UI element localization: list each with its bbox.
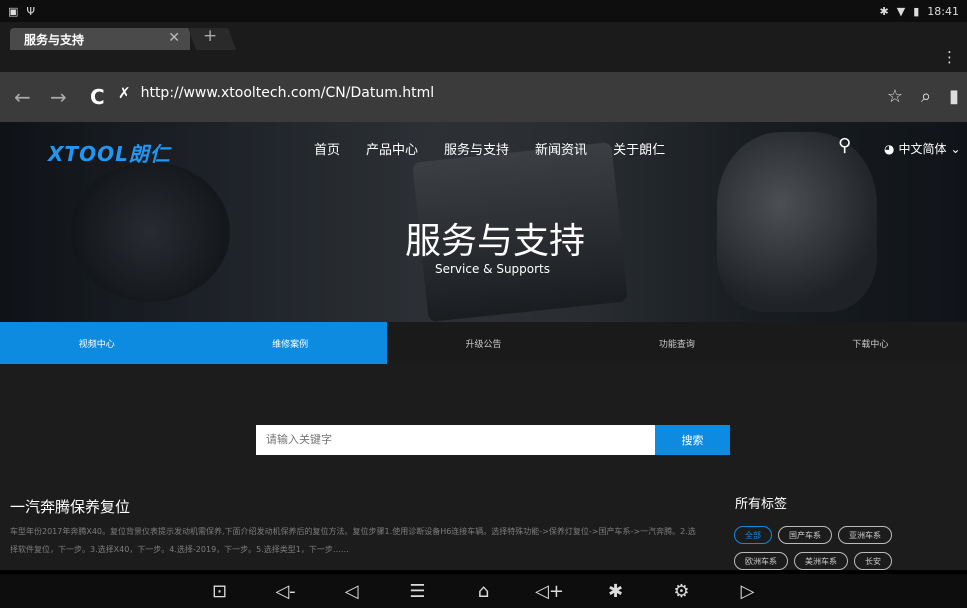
wifi-icon: ▼ — [896, 4, 906, 18]
battery-icon: ▮ — [913, 4, 920, 18]
tag-list: 全部 国产车系 亚洲车系 欧洲车系 美洲车系 长安 — [734, 526, 949, 570]
screenshot-icon[interactable]: ⊡ — [205, 581, 235, 602]
tag-european[interactable]: 欧洲车系 — [734, 552, 788, 570]
keyword-input[interactable] — [256, 425, 655, 455]
bluetooth-icon: ✱ — [879, 4, 889, 18]
tab-repair-cases[interactable]: 维修案例 — [193, 322, 387, 364]
url-text: http://www.xtooltech.com/CN/Datum.html — [140, 85, 435, 101]
category-tabs: 视频中心 维修案例 升级公告 功能查询 下载中心 — [0, 322, 967, 364]
tab-title: 服务与支持 — [24, 32, 85, 47]
tab-download-center[interactable]: 下载中心 — [774, 322, 967, 364]
url-field[interactable]: ✗ http://www.xtooltech.com/CN/Datum.html — [118, 84, 434, 102]
chevron-down-icon: ⌄ — [950, 141, 961, 156]
volume-down-icon[interactable]: ◁- — [271, 581, 301, 602]
menu-icon[interactable]: ☰ — [403, 581, 433, 602]
site-search-icon[interactable]: ⚲ — [838, 135, 851, 156]
nav-item-home[interactable]: 首页 — [314, 139, 340, 158]
close-tab-icon[interactable]: ✕ — [168, 30, 180, 46]
usb-icon: Ψ — [26, 4, 36, 18]
screen-record-icon[interactable]: ▷ — [733, 581, 763, 602]
bookmarks-icon[interactable]: ▮ — [949, 86, 959, 107]
tab-video-center[interactable]: 视频中心 — [0, 322, 194, 364]
search-button[interactable]: 搜索 — [655, 425, 730, 455]
tags-heading: 所有标签 — [735, 497, 788, 512]
site-nav: 首页 产品中心 服务与支持 新闻资讯 关于朗仁 — [314, 139, 665, 158]
hero-subtitle: Service & Supports — [434, 262, 551, 276]
volume-up-icon[interactable]: ◁+ — [535, 581, 565, 602]
forward-arrow-icon[interactable]: → — [50, 85, 67, 109]
status-time: 18:41 — [927, 4, 959, 18]
system-nav-bar: ⊡ ◁- ◁ ☰ ⌂ ◁+ ✱ ⚙ ▷ — [0, 574, 967, 608]
browser-tab[interactable]: 服务与支持 ✕ — [10, 28, 190, 50]
back-arrow-icon[interactable]: ← — [14, 85, 31, 109]
bluetooth-icon[interactable]: ✱ — [601, 581, 631, 602]
language-select[interactable]: ◕ 中文简体 ⌄ — [884, 140, 961, 157]
globe-icon: ◕ — [884, 141, 895, 156]
diagnostic-icon[interactable]: ⚙ — [667, 581, 697, 602]
nav-item-news[interactable]: 新闻资讯 — [535, 139, 587, 158]
tag-asian[interactable]: 亚洲车系 — [838, 526, 892, 544]
tag-american[interactable]: 美洲车系 — [794, 552, 848, 570]
nav-item-products[interactable]: 产品中心 — [366, 139, 418, 158]
article-title[interactable]: 一汽奔腾保养复位 — [10, 496, 130, 517]
home-icon[interactable]: ⌂ — [469, 581, 499, 602]
nav-item-about[interactable]: 关于朗仁 — [613, 139, 665, 158]
new-tab-plus-icon[interactable]: + — [203, 26, 217, 46]
tab-function-query[interactable]: 功能查询 — [580, 322, 773, 364]
reload-icon[interactable]: C — [90, 85, 105, 109]
find-icon[interactable]: ⌕ — [921, 86, 931, 107]
bookmark-star-icon[interactable]: ☆ — [887, 86, 903, 107]
image-icon: ▣ — [8, 4, 19, 18]
tab-upgrade-notices[interactable]: 升级公告 — [387, 322, 580, 364]
browser-menu-icon[interactable]: ⋮ — [942, 48, 957, 66]
site-logo[interactable]: XTOOL朗仁 — [48, 138, 171, 167]
hero-title: 服务与支持 — [404, 221, 585, 262]
language-label: 中文简体 — [898, 142, 947, 156]
tag-domestic[interactable]: 国产车系 — [778, 526, 832, 544]
article-summary: 车型年份2017年奔腾X40。复位背景仪表提示发动机需保养,下面介绍发动机保养后… — [10, 527, 696, 554]
nav-item-service[interactable]: 服务与支持 — [444, 139, 509, 158]
status-bar: ▣ Ψ ✱ ▼ ▮ 18:41 — [0, 0, 967, 22]
back-icon[interactable]: ◁ — [337, 581, 367, 602]
tag-changan[interactable]: 长安 — [854, 552, 892, 570]
tag-all[interactable]: 全部 — [734, 526, 772, 544]
site-info-icon[interactable]: ✗ — [118, 84, 131, 102]
case-search: 搜索 — [256, 425, 730, 455]
